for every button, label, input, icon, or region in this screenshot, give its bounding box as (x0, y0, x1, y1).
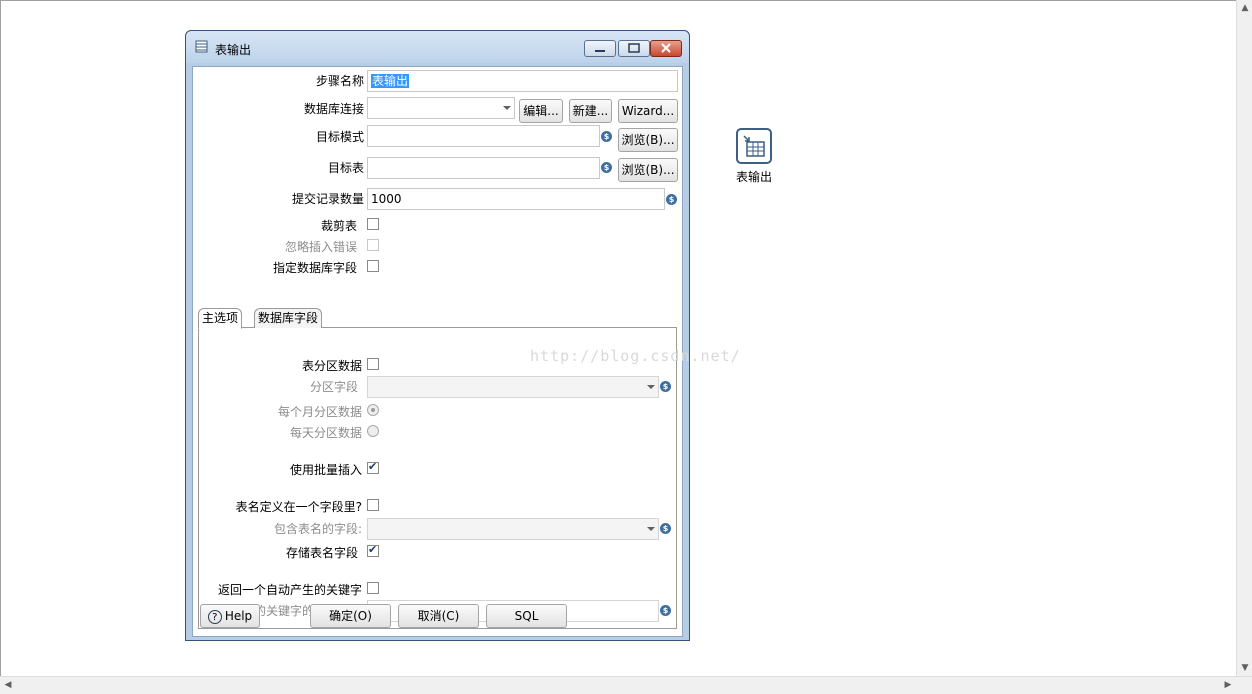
vertical-scrollbar[interactable]: ▲ ▼ (1236, 0, 1252, 676)
table-in-field-checkbox[interactable] (367, 499, 379, 511)
table-in-field-label: 表名定义在一个字段里? (235, 500, 362, 514)
table-label: 目标表 (327, 161, 364, 175)
maximize-icon (628, 43, 640, 53)
partition-field-label: 分区字段 (309, 380, 358, 394)
dialog-titlebar[interactable]: 表输出 (186, 31, 689, 63)
partition-checkbox[interactable] (367, 358, 379, 370)
checkmark-icon: ✔ (368, 460, 378, 473)
truncate-label: 裁剪表 (320, 219, 357, 233)
specify-fields-checkbox[interactable] (367, 260, 379, 272)
truncate-checkbox[interactable] (367, 218, 379, 230)
store-table-name-checkbox[interactable]: ✔ (367, 543, 379, 557)
maximize-button[interactable] (618, 40, 650, 57)
return-key-checkbox[interactable] (367, 582, 379, 594)
return-key-label: 返回一个自动产生的关键字 (217, 583, 362, 597)
checkmark-icon: ✔ (368, 543, 378, 556)
table-output-dialog: 表输出 步骤名称 表输出 数据库连接 编辑... 新建... Wizard...… (185, 30, 690, 641)
commit-size-field[interactable]: 1000 (367, 188, 665, 210)
commit-size-label: 提交记录数量 (291, 192, 364, 206)
batch-insert-label: 使用批量插入 (289, 463, 362, 477)
partition-label: 表分区数据 (301, 359, 362, 373)
connection-label: 数据库连接 (303, 102, 364, 116)
new-connection-button[interactable]: 新建... (569, 99, 612, 123)
dialog-title: 表输出 (215, 43, 252, 57)
daily-label: 每天分区数据 (289, 426, 362, 440)
scroll-down-icon[interactable]: ▼ (1237, 660, 1252, 676)
browse-schema-button[interactable]: 浏览(B)... (618, 128, 678, 152)
ignore-errors-label: 忽略插入错误 (284, 240, 357, 254)
help-icon: ? (207, 609, 222, 624)
chevron-down-icon (647, 527, 655, 531)
connection-select[interactable] (367, 97, 515, 119)
monthly-radio[interactable] (367, 404, 379, 416)
minimize-button[interactable] (584, 40, 616, 57)
wizard-button[interactable]: Wizard... (618, 99, 678, 123)
horizontal-scrollbar[interactable]: ◀ ▶ (0, 676, 1252, 694)
variable-icon[interactable]: $ (660, 381, 671, 392)
daily-radio[interactable] (367, 425, 379, 437)
scroll-up-icon[interactable]: ▲ (1237, 0, 1252, 16)
variable-icon[interactable]: $ (601, 162, 612, 173)
schema-label: 目标模式 (315, 130, 364, 144)
store-table-name-label: 存储表名字段 (285, 546, 358, 560)
scroll-left-icon[interactable]: ◀ (0, 677, 16, 693)
tab-main-options[interactable]: 主选项 (198, 308, 243, 329)
partition-field-select[interactable] (367, 376, 659, 398)
monthly-label: 每个月分区数据 (277, 405, 362, 419)
chevron-down-icon (647, 385, 655, 389)
variable-icon[interactable]: $ (601, 131, 612, 142)
edit-connection-button[interactable]: 编辑... (519, 99, 563, 123)
table-icon (195, 40, 208, 53)
variable-icon[interactable]: $ (660, 523, 671, 534)
step-name-field[interactable]: 表输出 (367, 70, 678, 92)
chevron-down-icon (503, 106, 511, 110)
help-button[interactable]: ? Help (200, 604, 260, 628)
tab-panel: 主选项 数据库字段 表分区数据 分区字段 $ 每个月分区数据 每天分区数据 使用… (198, 308, 677, 629)
table-name-field-select[interactable] (367, 518, 659, 540)
schema-field[interactable] (367, 125, 600, 147)
variable-icon[interactable]: $ (660, 605, 671, 616)
ignore-errors-checkbox[interactable] (367, 239, 379, 251)
step-label: 表输出 (735, 170, 772, 184)
minimize-icon (595, 50, 605, 52)
cancel-button[interactable]: 取消(C) (398, 604, 479, 628)
specify-fields-label: 指定数据库字段 (272, 261, 357, 275)
table-field[interactable] (367, 157, 600, 179)
ok-button[interactable]: 确定(O) (310, 604, 391, 628)
sql-button[interactable]: SQL (486, 604, 567, 628)
close-button[interactable] (650, 40, 682, 57)
browse-table-button[interactable]: 浏览(B)... (618, 158, 678, 182)
scroll-right-icon[interactable]: ▶ (1220, 677, 1236, 693)
tab-database-fields[interactable]: 数据库字段 (254, 308, 323, 328)
watermark: http://blog.csdn.net/ (530, 347, 741, 365)
variable-icon[interactable]: $ (666, 194, 677, 205)
step-name-label: 步骤名称 (315, 74, 364, 88)
table-output-step-icon[interactable] (736, 128, 772, 164)
close-icon (661, 43, 671, 53)
table-name-field-label: 包含表名的字段: (273, 522, 362, 536)
batch-insert-checkbox[interactable]: ✔ (367, 460, 379, 474)
